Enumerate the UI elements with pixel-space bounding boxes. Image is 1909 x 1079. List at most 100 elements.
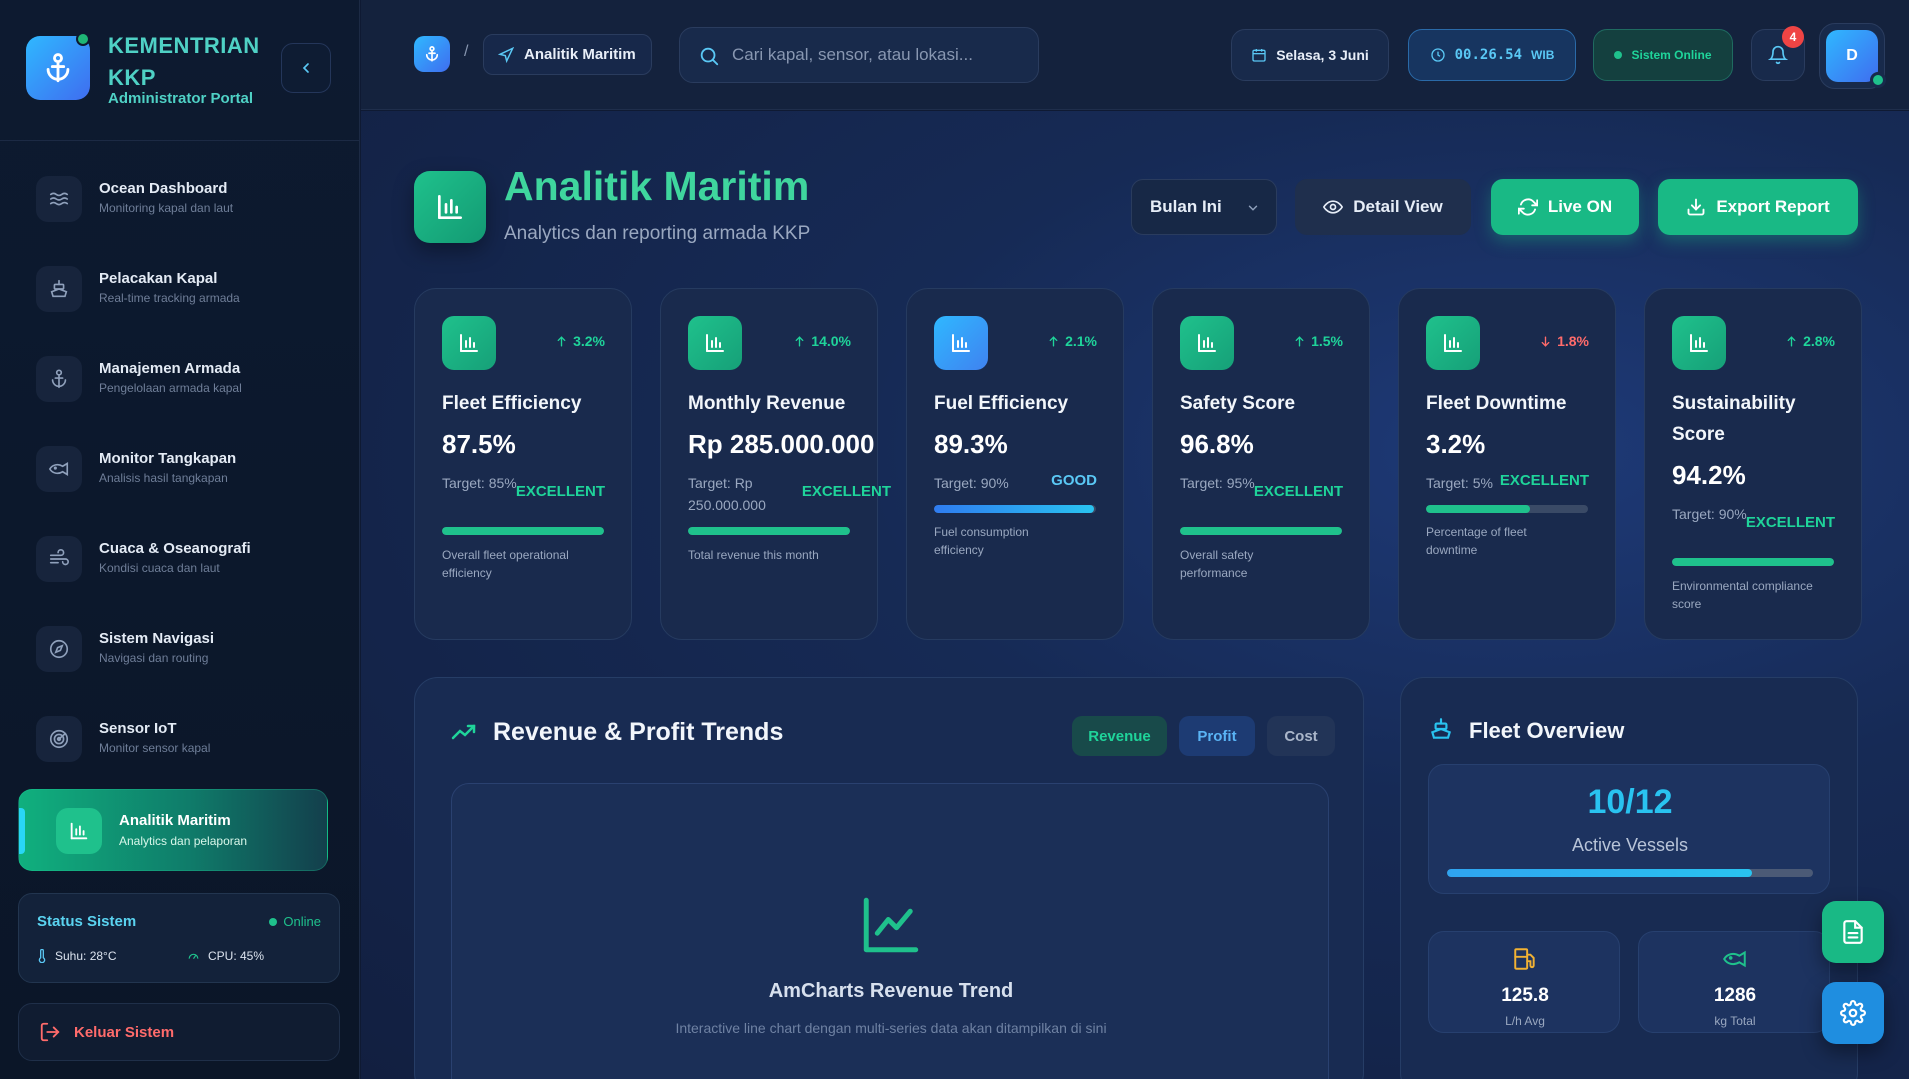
bar-chart-icon (1180, 316, 1234, 370)
bar-chart-icon (56, 808, 102, 854)
sidebar-item-analitik-maritim[interactable]: Analitik Maritim Analytics dan pelaporan (18, 789, 328, 871)
arrow-up-icon (1787, 335, 1796, 347)
bell-icon (1768, 45, 1788, 65)
fuel-value: 125.8 (1501, 985, 1549, 1006)
kpi-card-sustainability-score[interactable]: 2.8% Sustainability Score 94.2% Target: … (1644, 288, 1862, 640)
search-input[interactable] (732, 28, 1022, 82)
kpi-progress-fill (1180, 527, 1342, 535)
active-vessels-box: 10/12 Active Vessels (1428, 764, 1830, 894)
kpi-progress-bar (934, 505, 1096, 513)
search-box[interactable] (679, 27, 1039, 83)
sidebar-item-ocean-dashboard[interactable]: Ocean Dashboard Monitoring kapal dan lau… (36, 170, 336, 230)
avatar-status-dot (1870, 72, 1886, 88)
sidebar-item-subtitle: Monitoring kapal dan laut (99, 201, 234, 215)
kpi-progress-bar (1180, 527, 1342, 535)
status-cpu: CPU: 45% (187, 949, 264, 963)
catch-stat-card: 1286 kg Total (1638, 931, 1830, 1033)
line-chart-icon (863, 897, 919, 953)
page-icon (414, 171, 486, 243)
thermometer-icon (38, 949, 46, 963)
active-vessels-label: Active Vessels (1571, 835, 1689, 855)
report-fab-button[interactable] (1822, 901, 1884, 963)
kpi-card-fuel-efficiency[interactable]: 2.1% Fuel Efficiency 89.3% Target: 90% G… (906, 288, 1124, 640)
sidebar-item-sensor-iot[interactable]: Sensor IoT Monitor sensor kapal (36, 710, 336, 770)
kpi-card-fleet-downtime[interactable]: 1.8% Fleet Downtime 3.2% Target: 5% EXCE… (1398, 288, 1616, 640)
kpi-target: Target: 85% (442, 475, 517, 491)
kpi-progress-fill (1426, 505, 1530, 513)
kpi-trend-value: 14.0% (811, 333, 851, 349)
temperature-value: Suhu: 28°C (55, 949, 117, 963)
detail-view-label: Detail View (1353, 197, 1443, 216)
export-report-button[interactable]: Export Report (1658, 179, 1858, 235)
kpi-description: Percentage of fleet downtime (1426, 525, 1527, 557)
chevron-down-icon (1248, 205, 1258, 211)
trending-up-icon (451, 724, 476, 740)
system-status-pill: Sistem Online (1593, 29, 1733, 81)
kpi-card-fleet-efficiency[interactable]: 3.2% Fleet Efficiency 87.5% Target: 85% … (414, 288, 632, 640)
export-label: Export Report (1716, 197, 1830, 216)
breadcrumb-separator: / (464, 43, 469, 60)
live-label: Live ON (1547, 197, 1613, 216)
fleet-overview-title: Fleet Overview (1469, 718, 1625, 743)
kpi-trend: 1.5% (1293, 333, 1343, 349)
ship-icon (36, 266, 82, 312)
sidebar-item-label: Analitik Maritim (119, 812, 231, 829)
chart-placeholder-description: Interactive line chart dengan multi-seri… (675, 1020, 1107, 1036)
kpi-card-safety-score[interactable]: 1.5% Safety Score 96.8% Target: 95% EXCE… (1152, 288, 1370, 640)
catch-value: 1286 (1713, 985, 1757, 1006)
active-vessels-bar (1447, 869, 1813, 877)
date-pill: Selasa, 3 Juni (1231, 29, 1389, 81)
ship-icon (1431, 718, 1451, 739)
kpi-progress-bar (688, 527, 850, 535)
active-vessels-fill (1447, 869, 1752, 877)
kpi-title: Fleet Efficiency (442, 393, 582, 414)
sidebar-item-sistem-navigasi[interactable]: Sistem Navigasi Navigasi dan routing (36, 620, 336, 680)
kpi-trend-value: 1.5% (1311, 333, 1343, 349)
tab-cost[interactable]: Cost (1267, 716, 1335, 756)
bar-chart-icon (688, 316, 742, 370)
tab-revenue[interactable]: Revenue (1072, 716, 1167, 756)
sidebar-item-label: Cuaca & Oseanografi (99, 540, 251, 557)
fleet-overview-panel: Fleet Overview 10/12 Active Vessels 125.… (1400, 677, 1858, 1079)
anchor-icon (36, 356, 82, 402)
kpi-target: Target: 90% (934, 475, 1009, 491)
kpi-trend: 3.2% (555, 333, 605, 349)
period-select[interactable]: Bulan Ini (1131, 179, 1277, 235)
brand-subtitle: Administrator Portal (108, 90, 254, 107)
breadcrumb-current[interactable]: Analitik Maritim (483, 34, 652, 75)
logout-button[interactable]: Keluar Sistem (18, 1003, 340, 1061)
kpi-card-monthly-revenue[interactable]: 14.0% Monthly Revenue Rp 285.000.000 Tar… (660, 288, 891, 640)
revenue-panel-title: Revenue & Profit Trends (493, 718, 784, 746)
breadcrumb-home[interactable] (414, 36, 450, 72)
radar-icon (36, 716, 82, 762)
kpi-grade: EXCELLENT (1499, 472, 1589, 489)
logout-label: Keluar Sistem (74, 1024, 175, 1041)
topbar: / Analitik Maritim Selasa, 3 Juni 00.26.… (361, 0, 1909, 110)
clock-pill: 00.26.54 WIB (1408, 29, 1576, 81)
user-menu[interactable]: D (1819, 23, 1886, 89)
sidebar-item-label: Pelacakan Kapal (99, 270, 218, 287)
kpi-title: Safety Score (1180, 393, 1296, 414)
avatar: D (1826, 30, 1878, 82)
kpi-trend-value: 2.8% (1803, 333, 1835, 349)
kpi-trend: 2.1% (1047, 333, 1097, 349)
detail-view-button[interactable]: Detail View (1295, 179, 1471, 235)
breadcrumb-label: Analitik Maritim (524, 46, 636, 63)
sidebar-item-label: Sensor IoT (99, 720, 177, 737)
tab-profit[interactable]: Profit (1179, 716, 1255, 756)
arrow-up-icon (1049, 335, 1058, 347)
revenue-profit-panel: Revenue & Profit Trends Revenue Profit C… (414, 677, 1364, 1079)
sidebar-item-manajemen-armada[interactable]: Manajemen Armada Pengelolaan armada kapa… (36, 350, 336, 410)
chart-placeholder-title: AmCharts Revenue Trend (768, 980, 1014, 1002)
fuel-unit: L/h Avg (1505, 1014, 1545, 1028)
sidebar-item-cuaca-oseanografi[interactable]: Cuaca & Oseanografi Kondisi cuaca dan la… (36, 530, 336, 590)
active-indicator (19, 808, 25, 854)
live-toggle-button[interactable]: Live ON (1491, 179, 1639, 235)
sidebar-item-pelacakan-kapal[interactable]: Pelacakan Kapal Real-time tracking armad… (36, 260, 336, 320)
sidebar-item-monitor-tangkapan[interactable]: Monitor Tangkapan Analisis hasil tangkap… (36, 440, 336, 500)
sidebar-collapse-button[interactable] (281, 43, 331, 93)
main-content: Analitik Maritim Analytics dan reporting… (361, 111, 1909, 1079)
kpi-title: Sustainability Score (1672, 393, 1796, 445)
settings-fab-button[interactable] (1822, 982, 1884, 1044)
online-dot (269, 917, 278, 926)
